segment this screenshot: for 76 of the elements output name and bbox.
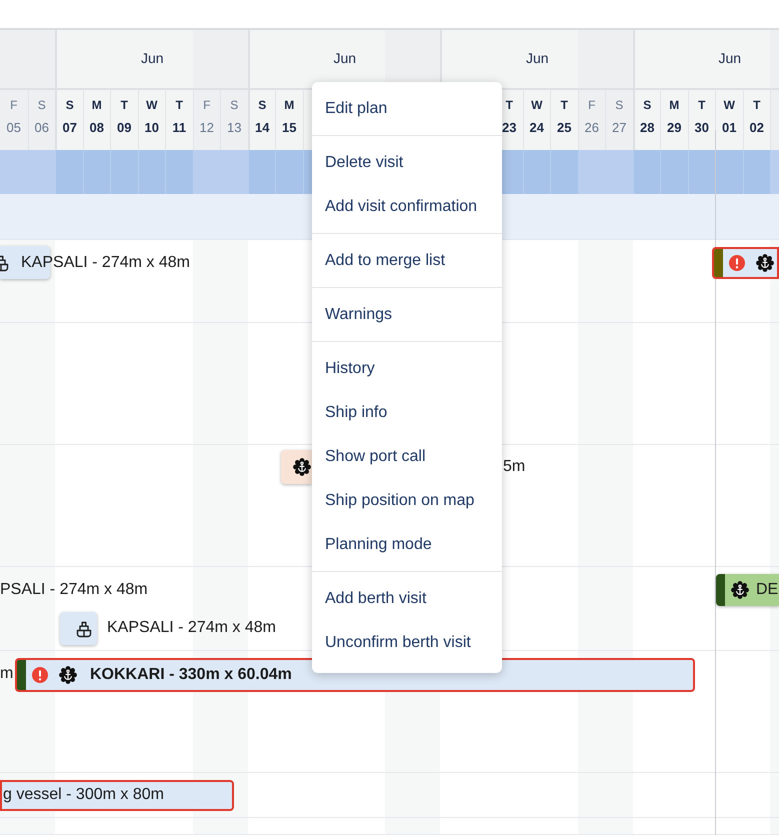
date-label: 14	[255, 120, 270, 136]
weekday-label: S	[615, 98, 624, 112]
weekday-label: F	[203, 98, 210, 112]
month-label: Jun	[333, 50, 356, 66]
weekday-label: S	[66, 98, 74, 112]
menu-item[interactable]: Ship position on map	[312, 479, 502, 523]
date-label: 08	[90, 120, 104, 136]
menu-item[interactable]: Add berth visit	[312, 577, 502, 621]
date-label: 29	[667, 120, 682, 136]
menu-item[interactable]: Show port call	[312, 435, 502, 479]
vessel-bar[interactable]	[716, 574, 779, 606]
menu-item[interactable]: Add visit confirmation	[312, 185, 502, 229]
date-label: 28	[640, 120, 654, 136]
date-label: 01	[722, 120, 736, 136]
vessel-bar[interactable]	[712, 247, 779, 279]
weekday-label: S	[643, 98, 652, 112]
weekday-label: M	[669, 98, 680, 112]
weekday-label: T	[506, 98, 513, 112]
date-label: 26	[584, 120, 599, 136]
month-label: Jun	[526, 50, 549, 66]
vessel-label: DE	[756, 580, 778, 600]
date-label: 07	[62, 120, 77, 136]
vessel-bar[interactable]	[0, 780, 234, 811]
weekday-label: S	[258, 98, 266, 112]
date-label: 15	[282, 120, 296, 136]
date-label: 30	[694, 120, 709, 136]
ship-icon	[75, 620, 93, 638]
vessel-label: g vessel - 300m x 80m	[3, 785, 164, 805]
weekday-label: M	[92, 98, 102, 112]
weekday-label: T	[560, 98, 568, 112]
vessel-label: PSALI - 274m x 48m	[0, 580, 148, 600]
weekday-label: F	[588, 98, 596, 112]
menu-item[interactable]: Delete visit	[312, 141, 502, 185]
date-label: 13	[227, 120, 242, 136]
month-label: Jun	[718, 50, 742, 66]
weekday-label: T	[753, 98, 760, 112]
date-label: 11	[172, 120, 186, 136]
weekday-label: S	[38, 98, 46, 112]
date-label: 02	[750, 120, 764, 136]
menu-item[interactable]: Ship info	[312, 391, 502, 435]
ship-icon	[0, 254, 10, 272]
date-label: 23	[502, 120, 516, 136]
date-label: 24	[530, 120, 544, 136]
menu-item[interactable]: Warnings	[312, 293, 502, 337]
date-label: 10	[144, 120, 159, 136]
date-label: 27	[612, 120, 626, 136]
anchor-icon	[59, 666, 77, 684]
anchor-icon	[731, 581, 749, 599]
date-label: 09	[117, 120, 132, 136]
menu-item[interactable]: Edit plan	[312, 87, 502, 131]
anchor-icon	[756, 254, 774, 272]
vessel-label: 5m	[503, 457, 526, 477]
menu-item[interactable]: Unconfirm berth visit	[312, 621, 502, 665]
date-label: 06	[34, 120, 49, 136]
vessel-label: KAPSALI - 274m x 48m	[107, 618, 276, 638]
vessel-bar[interactable]	[281, 450, 312, 484]
month-label: Jun	[140, 50, 164, 66]
date-label: 12	[200, 120, 214, 136]
menu-item[interactable]: Planning mode	[312, 523, 502, 567]
weekday-label: W	[531, 98, 542, 112]
weekday-label: T	[698, 98, 706, 112]
vessel-label: KAPSALI - 274m x 48m	[21, 253, 190, 273]
menu-item[interactable]: History	[312, 347, 502, 391]
weekday-label: T	[120, 98, 128, 112]
weekday-label: W	[724, 98, 735, 112]
weekday-label: T	[176, 98, 183, 112]
weekday-label: W	[146, 98, 158, 112]
date-label: 25	[557, 120, 572, 136]
weekday-label: F	[10, 98, 18, 112]
vessel-label: m	[0, 664, 14, 684]
menu-item[interactable]: Add to merge list	[312, 239, 502, 283]
vessel-label: KOKKARI - 330m x 60.04m	[90, 665, 292, 685]
date-label: 05	[6, 120, 21, 136]
weekday-label: M	[284, 98, 294, 112]
vessel-bar[interactable]	[60, 612, 97, 645]
weekday-label: S	[230, 98, 238, 112]
